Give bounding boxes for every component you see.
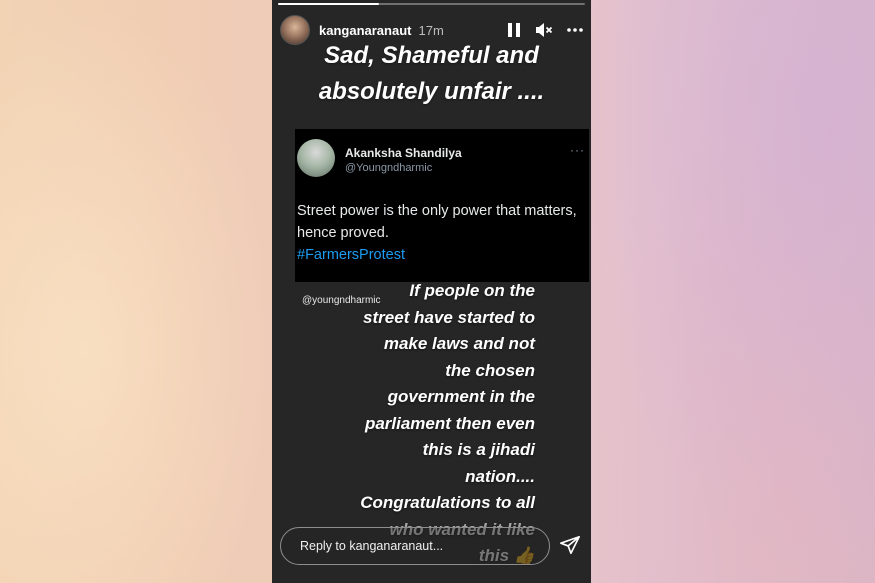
tweet-avatar [297, 139, 335, 177]
comment-line: parliament then even [364, 413, 535, 433]
background-left [0, 0, 280, 583]
mention-sticker[interactable]: @youngndharmic [302, 295, 381, 306]
story-comment: If people on the street have started to … [280, 278, 535, 570]
comment-line: nation.... [465, 466, 535, 486]
headline-line: Sad, Shameful and [324, 42, 539, 69]
comment-line: this is a jihadi [422, 440, 535, 459]
send-icon[interactable] [559, 534, 581, 556]
story-viewer[interactable]: kanganaranaut 17m Sad, Shameful and abso… [272, 0, 591, 583]
background-right [585, 0, 875, 583]
tweet-hashtag: #FarmersProtest [297, 247, 405, 263]
tweet-card: Akanksha Shandilya @Youngndharmic ··· St… [295, 129, 589, 282]
tweet-more-icon: ··· [570, 143, 585, 157]
speaker-muted-icon[interactable] [535, 22, 553, 38]
tweet-author-handle: @Youngndharmic [345, 162, 433, 174]
tweet-body-text: Street power is the only power that matt… [297, 203, 577, 241]
more-icon[interactable] [567, 28, 583, 32]
pause-icon[interactable] [507, 22, 521, 38]
comment-line: Congratulations to all [360, 493, 535, 512]
reply-placeholder: Reply to kanganaranaut... [300, 539, 444, 553]
story-headline: Sad, Shameful and absolutely unfair .... [272, 38, 591, 110]
username[interactable]: kanganaranaut [319, 23, 411, 38]
timestamp: 17m [418, 22, 444, 38]
comment-line: government in the [387, 387, 535, 406]
tweet-author-name: Akanksha Shandilya [345, 146, 462, 160]
story-progress-fill [278, 3, 380, 5]
comment-line: street have started to [363, 307, 535, 327]
comment-line: the chosen [445, 360, 535, 380]
story-controls [507, 22, 583, 38]
comment-line: make laws and not [383, 334, 535, 353]
story-progress-bar [278, 3, 585, 5]
headline-line: absolutely unfair .... [318, 78, 545, 105]
tweet-text: Street power is the only power that matt… [297, 200, 577, 266]
reply-input[interactable]: Reply to kanganaranaut... [280, 527, 550, 565]
